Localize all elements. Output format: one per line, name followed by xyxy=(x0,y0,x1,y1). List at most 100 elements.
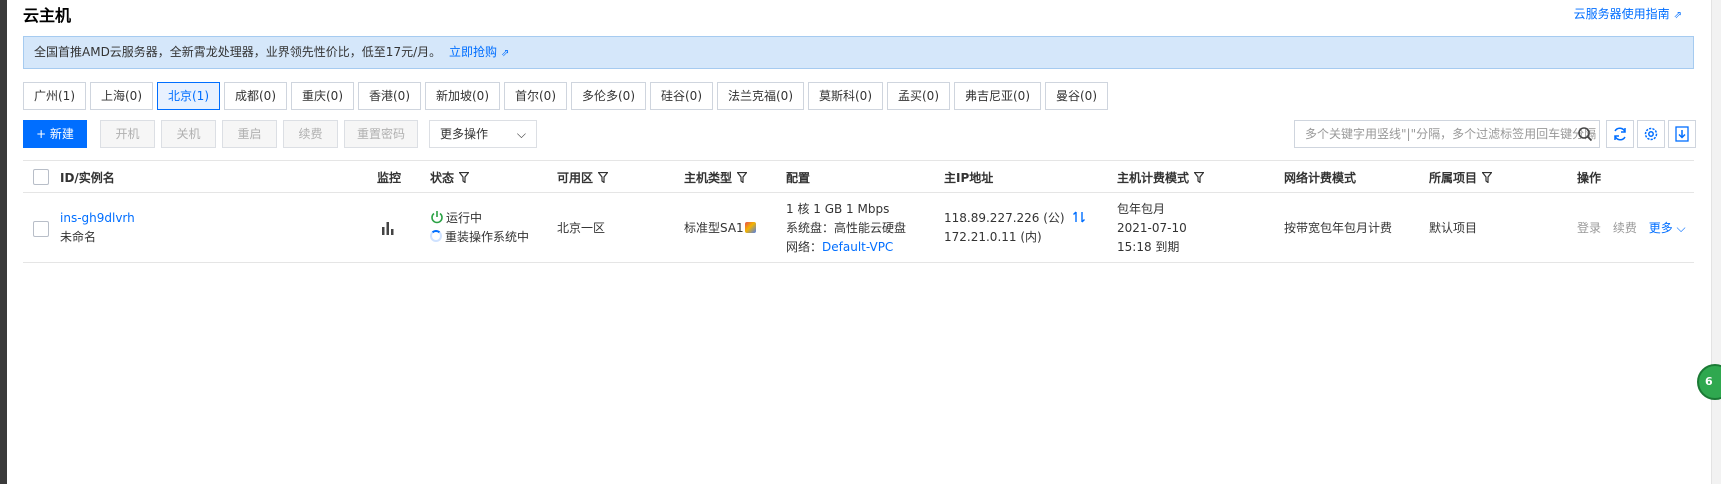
restart-button[interactable]: 重启 xyxy=(222,120,277,148)
new-instance-button[interactable]: + 新建 xyxy=(23,120,87,148)
filter-icon[interactable] xyxy=(737,172,748,183)
vpc-link[interactable]: Default-VPC xyxy=(822,240,893,254)
amd-badge-icon xyxy=(744,222,756,233)
header-zone[interactable]: 可用区 xyxy=(557,169,609,186)
region-tab-guangzhou[interactable]: 广州(1) xyxy=(23,82,86,110)
bar-chart-icon[interactable] xyxy=(381,221,395,235)
header-billing[interactable]: 主机计费模式 xyxy=(1117,169,1205,186)
search-placeholder: 多个关键字用竖线"|"分隔，多个过滤标签用回车键分隔 xyxy=(1305,127,1597,141)
filter-icon[interactable] xyxy=(1194,172,1205,183)
right-scroll-edge xyxy=(1711,0,1721,484)
type-cell: 标准型SA1 xyxy=(684,219,756,238)
region-tab-singapore[interactable]: 新加坡(0) xyxy=(425,82,500,110)
header-status-label: 状态 xyxy=(430,171,455,185)
type-text: 标准型SA1 xyxy=(684,221,744,235)
stop-button[interactable]: 关机 xyxy=(161,120,216,148)
reset-password-button[interactable]: 重置密码 xyxy=(344,120,418,148)
actions-cell: 登录 续费 更多 ⌵ xyxy=(1577,219,1686,238)
download-icon xyxy=(1675,126,1689,142)
filter-icon[interactable] xyxy=(1482,172,1493,183)
refresh-button[interactable] xyxy=(1606,120,1634,148)
net-billing-cell: 按带宽包年包月计费 xyxy=(1284,221,1393,235)
status-task: 重装操作系统中 xyxy=(430,228,529,247)
floating-assistant-badge[interactable]: 6 xyxy=(1697,364,1721,400)
refresh-icon xyxy=(1614,127,1626,141)
guide-link[interactable]: 云服务器使用指南 ⇗ xyxy=(1574,5,1682,22)
renew-button[interactable]: 续费 xyxy=(283,120,338,148)
instance-id-link[interactable]: ins-gh9dlvrh xyxy=(60,209,135,228)
search-icon[interactable] xyxy=(1577,126,1593,142)
download-button[interactable] xyxy=(1668,120,1696,148)
notice-text: 全国首推AMD云服务器，全新霄龙处理器，业界领先性价比，低至17元/月。 xyxy=(34,45,442,59)
header-type-label: 主机类型 xyxy=(684,171,733,185)
renew-action[interactable]: 续费 xyxy=(1613,221,1637,235)
region-tab-toronto[interactable]: 多伦多(0) xyxy=(571,82,646,110)
search-input[interactable]: 多个关键字用竖线"|"分隔，多个过滤标签用回车键分隔 xyxy=(1294,120,1600,148)
header-zone-label: 可用区 xyxy=(557,171,594,185)
header-actions: 操作 xyxy=(1577,171,1602,185)
region-tab-moscow[interactable]: 莫斯科(0) xyxy=(808,82,883,110)
region-tabs: 广州(1) 上海(0) 北京(1) 成都(0) 重庆(0) 香港(0) 新加坡(… xyxy=(23,82,1112,110)
zone-cell: 北京一区 xyxy=(557,221,606,235)
header-id: ID/实例名 xyxy=(60,171,115,185)
region-tab-shanghai[interactable]: 上海(0) xyxy=(90,82,153,110)
table-header: ID/实例名 监控 状态 可用区 主机类型 配置 主IP地址 主机计费模式 网络… xyxy=(23,160,1694,193)
ip-cell: 118.89.227.226 (公) 172.21.0.11 (内) xyxy=(944,209,1086,247)
public-ip: 118.89.227.226 (公) xyxy=(944,209,1086,228)
region-tab-virginia[interactable]: 弗吉尼亚(0) xyxy=(954,82,1041,110)
region-tab-seoul[interactable]: 首尔(0) xyxy=(504,82,567,110)
toolbar: + 新建 开机 关机 重启 续费 重置密码 更多操作 ⌵ 多个关键字用竖线"|"… xyxy=(23,120,1696,148)
config-spec: 1 核 1 GB 1 Mbps xyxy=(786,202,890,216)
region-tab-chengdu[interactable]: 成都(0) xyxy=(224,82,287,110)
guide-link-text[interactable]: 云服务器使用指南 xyxy=(1574,7,1670,21)
more-actions-label: 更多操作 xyxy=(440,127,489,141)
public-ip-text: 118.89.227.226 (公) xyxy=(944,211,1065,225)
region-tab-siliconvalley[interactable]: 硅谷(0) xyxy=(650,82,713,110)
more-actions-dropdown[interactable]: 更多操作 ⌵ xyxy=(429,120,537,148)
more-action[interactable]: 更多 ⌵ xyxy=(1649,221,1686,235)
region-tab-chongqing[interactable]: 重庆(0) xyxy=(291,82,354,110)
billing-cell: 包年包月 2021-07-10 15:18 到期 xyxy=(1117,200,1187,257)
header-project-label: 所属项目 xyxy=(1429,171,1478,185)
header-project[interactable]: 所属项目 xyxy=(1429,169,1493,186)
notice-buy-link[interactable]: 立即抢购 ⇗ xyxy=(449,45,509,59)
id-cell: ins-gh9dlvrh 未命名 xyxy=(60,209,135,247)
private-ip: 172.21.0.11 (内) xyxy=(944,230,1042,244)
more-action-text[interactable]: 更多 xyxy=(1649,221,1673,235)
header-ip: 主IP地址 xyxy=(944,171,994,185)
gear-icon xyxy=(1644,127,1658,141)
status-running-text: 运行中 xyxy=(446,211,483,225)
project-cell: 默认项目 xyxy=(1429,221,1478,235)
header-status[interactable]: 状态 xyxy=(430,169,470,186)
row-checkbox[interactable] xyxy=(33,221,49,237)
region-tab-hongkong[interactable]: 香港(0) xyxy=(358,82,421,110)
monitor-cell[interactable] xyxy=(381,221,395,241)
header-type[interactable]: 主机类型 xyxy=(684,169,748,186)
config-disk: 系统盘：高性能云硬盘 xyxy=(786,221,907,235)
billing-date: 2021-07-10 xyxy=(1117,221,1187,235)
left-window-edge xyxy=(0,0,7,484)
chevron-down-icon: ⌵ xyxy=(1676,221,1686,235)
config-network-label: 网络： xyxy=(786,240,823,254)
external-link-icon: ⇗ xyxy=(500,48,510,59)
filter-icon[interactable] xyxy=(598,172,609,183)
status-running: 运行中 xyxy=(430,209,529,228)
filter-icon[interactable] xyxy=(459,172,470,183)
external-link-icon: ⇗ xyxy=(1673,10,1682,21)
start-button[interactable]: 开机 xyxy=(100,120,155,148)
region-tab-beijing[interactable]: 北京(1) xyxy=(157,82,220,110)
settings-button[interactable] xyxy=(1637,120,1665,148)
select-all-checkbox[interactable] xyxy=(33,169,49,185)
region-tab-mumbai[interactable]: 孟买(0) xyxy=(887,82,950,110)
status-cell: 运行中 重装操作系统中 xyxy=(430,209,529,247)
billing-mode: 包年包月 xyxy=(1117,202,1166,216)
region-tab-frankfurt[interactable]: 法兰克福(0) xyxy=(717,82,804,110)
billing-expire: 15:18 到期 xyxy=(1117,240,1180,254)
config-cell: 1 核 1 GB 1 Mbps 系统盘：高性能云硬盘 网络：Default-VP… xyxy=(786,200,906,257)
loading-spinner-icon xyxy=(430,230,442,242)
switch-ip-icon[interactable] xyxy=(1072,210,1086,224)
config-network: 网络：Default-VPC xyxy=(786,238,906,257)
notice-buy-link-text[interactable]: 立即抢购 xyxy=(449,45,497,59)
region-tab-bangkok[interactable]: 曼谷(0) xyxy=(1045,82,1108,110)
login-action[interactable]: 登录 xyxy=(1577,221,1601,235)
